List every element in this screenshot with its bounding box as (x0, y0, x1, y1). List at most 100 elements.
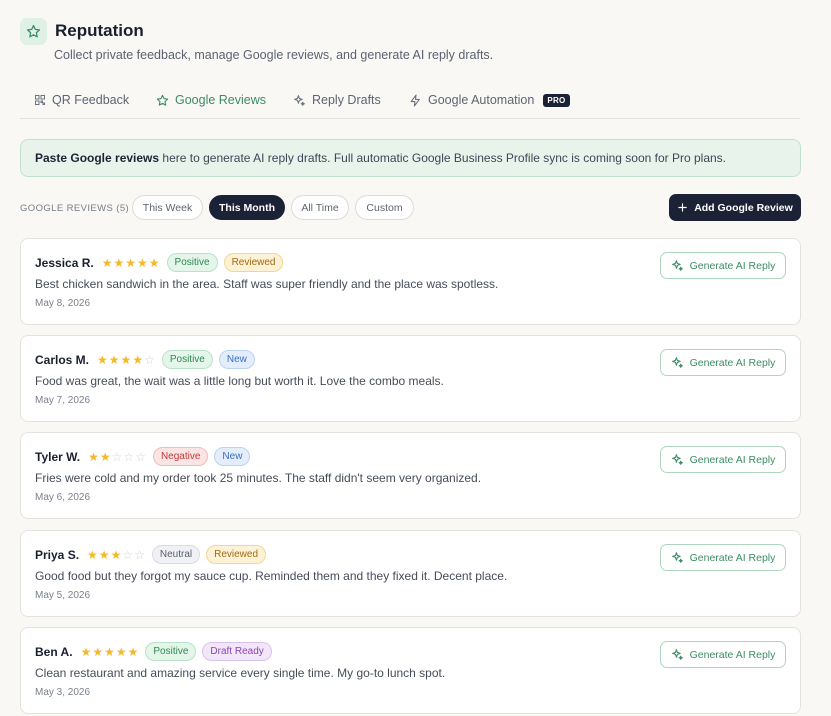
review-text: Fries were cold and my order took 25 min… (35, 471, 482, 485)
bolt-icon (410, 94, 420, 106)
star-filled-icon: ★ (92, 644, 104, 659)
star-empty-icon: ☆ (123, 449, 135, 464)
sentiment-badge: Positive (166, 253, 218, 272)
generate-ai-reply-button[interactable]: Generate AI Reply (660, 252, 786, 279)
generate-label: Generate AI Reply (689, 259, 776, 272)
review-date: May 7, 2026 (35, 395, 91, 406)
star-empty-icon: ☆ (122, 547, 134, 562)
generate-ai-reply-button[interactable]: Generate AI Reply (660, 349, 786, 376)
review-card: Priya S. ★ ★ ★ ☆ ☆ Neutral Reviewed Good food bu… (20, 530, 801, 617)
star-rating: ★ ★ ★ ★ ★ (102, 257, 160, 269)
tab-google-automation[interactable]: Google Automation PRO (409, 93, 570, 107)
sparkle-icon (671, 454, 683, 465)
review-card: Carlos M. ★ ★ ★ ★ ☆ Positive New Food was great,… (20, 335, 801, 422)
star-filled-icon: ★ (87, 547, 98, 562)
review-header: Jessica R. ★ ★ ★ ★ ★ Positive Reviewed (35, 253, 284, 272)
sentiment-badge: Negative (152, 447, 209, 466)
star-filled-icon: ★ (99, 449, 111, 464)
sparkle-icon (671, 649, 683, 660)
tab-qr-feedback[interactable]: QR Feedback (34, 93, 129, 107)
banner-text: here to generate AI reply drafts. Full a… (159, 151, 727, 165)
filter-row: GOOGLE REVIEWS (5) This Week This Month … (20, 194, 801, 221)
generate-label: Generate AI Reply (689, 453, 776, 466)
star-empty-icon: ☆ (135, 449, 146, 464)
info-banner: Paste Google reviews here to generate AI… (20, 139, 801, 177)
sparkle-icon (294, 94, 305, 106)
review-text: Good food but they forgot my sauce cup. … (35, 569, 508, 583)
status-badge: Reviewed (223, 253, 284, 272)
tab-label: Google Automation (428, 93, 535, 107)
sentiment-badge: Positive (161, 350, 213, 369)
filter-all-time[interactable]: All Time (291, 195, 349, 220)
star-filled-icon: ★ (115, 644, 127, 659)
reviewer-name: Ben A. (35, 644, 73, 659)
star-filled-icon: ★ (108, 352, 120, 367)
review-header: Ben A. ★ ★ ★ ★ ★ Positive Draft Ready (35, 642, 272, 661)
filter-custom[interactable]: Custom (355, 195, 414, 220)
star-icon (156, 94, 169, 106)
review-date: May 8, 2026 (35, 298, 91, 309)
status-badge: New (214, 447, 251, 466)
star-rating: ★ ★ ★ ☆ ☆ (87, 549, 145, 561)
review-text: Food was great, the wait was a little lo… (35, 374, 444, 388)
star-filled-icon: ★ (80, 644, 92, 659)
review-text: Clean restaurant and amazing service eve… (35, 666, 446, 680)
generate-label: Generate AI Reply (689, 648, 776, 661)
add-google-review-button[interactable]: Add Google Review (669, 194, 801, 221)
tab-label: Google Reviews (175, 93, 267, 107)
reviews-count-label: GOOGLE REVIEWS (5) (20, 203, 130, 214)
generate-ai-reply-button[interactable]: Generate AI Reply (660, 641, 786, 668)
review-header: Tyler W. ★ ★ ☆ ☆ ☆ Negative New (35, 447, 251, 466)
star-empty-icon: ☆ (144, 352, 155, 367)
add-review-label: Add Google Review (694, 201, 793, 214)
sentiment-badge: Neutral (151, 545, 201, 564)
star-filled-icon: ★ (127, 644, 139, 659)
sparkle-icon (671, 260, 683, 271)
filter-this-month[interactable]: This Month (209, 195, 285, 220)
review-header: Carlos M. ★ ★ ★ ★ ☆ Positive New (35, 350, 255, 369)
generate-label: Generate AI Reply (689, 356, 776, 369)
star-filled-icon: ★ (132, 352, 144, 367)
page-title: Reputation (55, 21, 144, 40)
star-rating: ★ ★ ★ ★ ★ (81, 646, 139, 658)
star-rating: ★ ★ ★ ★ ☆ (97, 354, 155, 366)
page-subtitle: Collect private feedback, manage Google … (54, 48, 494, 62)
star-filled-icon: ★ (98, 547, 110, 562)
status-badge: Reviewed (206, 545, 267, 564)
generate-label: Generate AI Reply (689, 551, 776, 564)
review-date: May 5, 2026 (35, 590, 91, 601)
sentiment-badge: Positive (145, 642, 197, 661)
plus-icon (678, 203, 687, 212)
star-filled-icon: ★ (110, 547, 122, 562)
star-filled-icon: ★ (101, 255, 113, 270)
status-badge: Draft Ready (202, 642, 272, 661)
qr-grid-icon (35, 95, 45, 105)
review-date: May 3, 2026 (35, 687, 91, 698)
reviewer-name: Jessica R. (35, 255, 94, 270)
tab-reply-drafts[interactable]: Reply Drafts (293, 93, 381, 107)
star-icon (26, 24, 41, 38)
filter-this-week[interactable]: This Week (132, 195, 203, 220)
reputation-logo (20, 18, 47, 45)
tab-google-reviews[interactable]: Google Reviews (156, 93, 266, 107)
reviewer-name: Priya S. (35, 547, 80, 562)
review-text: Best chicken sandwich in the area. Staff… (35, 277, 499, 291)
star-empty-icon: ☆ (134, 547, 145, 562)
star-filled-icon: ★ (148, 255, 160, 270)
review-date: May 6, 2026 (35, 492, 91, 503)
generate-ai-reply-button[interactable]: Generate AI Reply (660, 544, 786, 571)
sparkle-icon (671, 357, 683, 368)
star-filled-icon: ★ (113, 255, 125, 270)
banner-emphasis: Paste Google reviews (35, 151, 160, 165)
tab-label: QR Feedback (52, 93, 130, 107)
star-filled-icon: ★ (125, 255, 137, 270)
generate-ai-reply-button[interactable]: Generate AI Reply (660, 446, 786, 473)
reviewer-name: Carlos M. (35, 352, 90, 367)
sparkle-icon (671, 552, 683, 563)
review-card: Tyler W. ★ ★ ☆ ☆ ☆ Negative New Fries were cold … (20, 432, 801, 519)
star-empty-icon: ☆ (111, 449, 123, 464)
pro-badge: PRO (543, 93, 570, 107)
star-filled-icon: ★ (120, 352, 132, 367)
star-rating: ★ ★ ☆ ☆ ☆ (88, 451, 146, 463)
review-card: Ben A. ★ ★ ★ ★ ★ Positive Draft Ready Clean rest… (20, 627, 801, 714)
